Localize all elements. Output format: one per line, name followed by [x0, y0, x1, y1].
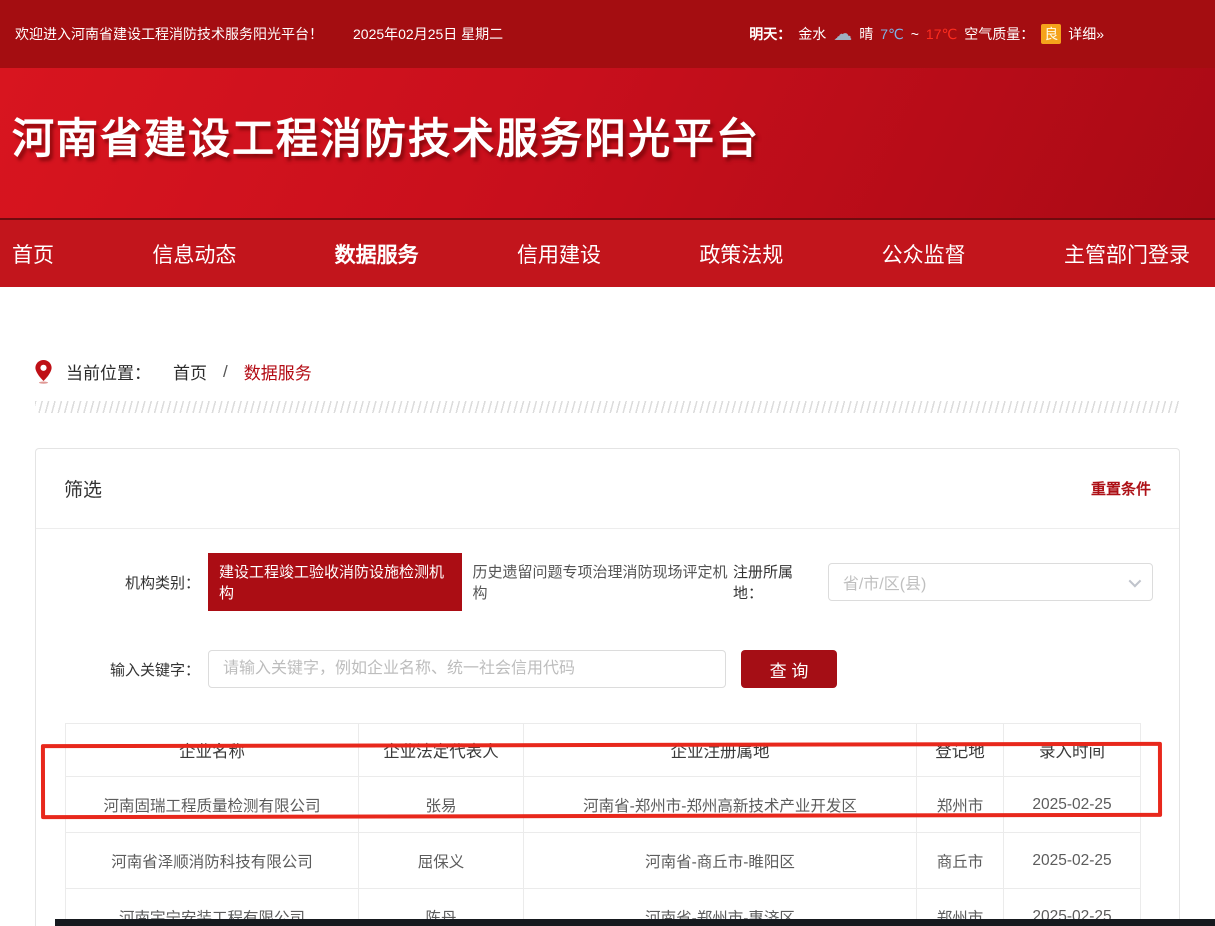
breadcrumb-current[interactable]: 数据服务: [244, 359, 312, 384]
nav-item-admin-login[interactable]: 主管部门登录: [1064, 239, 1190, 269]
region-select[interactable]: 省/市/区(县): [828, 563, 1153, 601]
temp-high: 17℃: [926, 26, 957, 43]
category-option-selected[interactable]: 建设工程竣工验收消防设施检测机构: [208, 553, 462, 611]
cell-registration-city: 商丘市: [917, 833, 1004, 889]
filter-title: 筛选: [64, 475, 102, 502]
cell-entry-date: 2025-02-25: [1004, 777, 1141, 833]
table-row[interactable]: 河南固瑞工程质量检测有限公司 张易 河南省-郑州市-郑州高新技术产业开发区 郑州…: [66, 777, 1141, 833]
category-filter-row: 机构类别： 建设工程竣工验收消防设施检测机构 历史遗留问题专项治理消防现场评定机…: [36, 553, 1179, 611]
masthead: 河南省建设工程消防技术服务阳光平台: [0, 68, 1215, 218]
cell-company-name: 河南省泽顺消防科技有限公司: [66, 833, 359, 889]
tomorrow-label: 明天：: [749, 24, 791, 44]
cell-company-name: 河南固瑞工程质量检测有限公司: [66, 777, 359, 833]
nav-item-data-service[interactable]: 数据服务: [335, 239, 419, 269]
bottom-edge-strip: [55, 919, 1215, 926]
weather-widget: 明天： 金水 ☁ 晴 7℃ ~ 17℃ 空气质量： 良 详细»: [749, 24, 1104, 44]
region-label: 注册所属地：: [733, 561, 820, 603]
table-header-row: 企业名称 企业法定代表人 企业注册属地 登记地 录入时间: [66, 724, 1141, 777]
nav-item-news[interactable]: 信息动态: [152, 239, 236, 269]
cell-registered-address: 河南省-商丘市-睢阳区: [524, 833, 917, 889]
breadcrumb: 当前位置： 首页 / 数据服务: [35, 359, 1215, 384]
col-company-name: 企业名称: [66, 724, 359, 777]
reset-filters-link[interactable]: 重置条件: [1091, 478, 1151, 499]
nav-item-credit[interactable]: 信用建设: [517, 239, 601, 269]
page: 欢迎进入河南省建设工程消防技术服务阳光平台！ 2025年02月25日 星期二 明…: [0, 0, 1215, 926]
col-entry-date: 录入时间: [1004, 724, 1141, 777]
category-label: 机构类别：: [88, 572, 200, 593]
current-date: 2025年02月25日 星期二: [353, 24, 503, 44]
col-registered-address: 企业注册属地: [524, 724, 917, 777]
cell-registered-address: 河南省-郑州市-郑州高新技术产业开发区: [524, 777, 917, 833]
cell-legal-rep: 张易: [359, 777, 524, 833]
col-legal-rep: 企业法定代表人: [359, 724, 524, 777]
search-button[interactable]: 查 询: [741, 650, 837, 688]
nav-item-policy[interactable]: 政策法规: [699, 239, 783, 269]
filter-panel: 筛选 重置条件 机构类别： 建设工程竣工验收消防设施检测机构 历史遗留问题专项治…: [35, 448, 1180, 926]
cell-entry-date: 2025-02-25: [1004, 833, 1141, 889]
welcome-text: 欢迎进入河南省建设工程消防技术服务阳光平台！: [15, 24, 323, 44]
keyword-label: 输入关键字：: [88, 659, 200, 680]
weather-district: 金水: [798, 24, 826, 44]
slash-divider: [35, 401, 1180, 413]
temp-tilde: ~: [911, 26, 919, 42]
nav-item-home[interactable]: 首页: [12, 239, 54, 269]
location-pin-icon: [35, 360, 52, 384]
keyword-input[interactable]: [208, 650, 726, 688]
table-row[interactable]: 河南省泽顺消防科技有限公司 屈保义 河南省-商丘市-睢阳区 商丘市 2025-0…: [66, 833, 1141, 889]
region-select-placeholder: 省/市/区(县): [843, 570, 927, 594]
results-table: 企业名称 企业法定代表人 企业注册属地 登记地 录入时间 河南固瑞工程质量检测有…: [65, 723, 1141, 926]
cloud-icon: ☁: [833, 25, 852, 44]
breadcrumb-label: 当前位置：: [66, 359, 151, 384]
col-registration-city: 登记地: [917, 724, 1004, 777]
weather-detail-link[interactable]: 详细»: [1068, 24, 1104, 44]
category-option-alt[interactable]: 历史遗留问题专项治理消防现场评定机构: [473, 561, 733, 603]
primary-nav: 首页 信息动态 数据服务 信用建设 政策法规 公众监督 主管部门登录: [0, 218, 1215, 287]
breadcrumb-home[interactable]: 首页: [173, 359, 207, 384]
temp-low: 7℃: [880, 26, 904, 43]
nav-item-supervision[interactable]: 公众监督: [882, 239, 966, 269]
keyword-filter-row: 输入关键字： 查 询: [36, 650, 1179, 688]
weather-condition: 晴: [859, 24, 873, 44]
air-quality-label: 空气质量：: [964, 24, 1034, 44]
chevron-down-icon: [1129, 574, 1142, 587]
site-title: 河南省建设工程消防技术服务阳光平台: [0, 68, 1215, 160]
air-quality-badge: 良: [1041, 24, 1061, 44]
cell-legal-rep: 屈保义: [359, 833, 524, 889]
breadcrumb-separator: /: [223, 362, 228, 382]
top-utility-bar: 欢迎进入河南省建设工程消防技术服务阳光平台！ 2025年02月25日 星期二 明…: [0, 0, 1215, 68]
filter-panel-header: 筛选 重置条件: [36, 449, 1179, 529]
cell-registration-city: 郑州市: [917, 777, 1004, 833]
